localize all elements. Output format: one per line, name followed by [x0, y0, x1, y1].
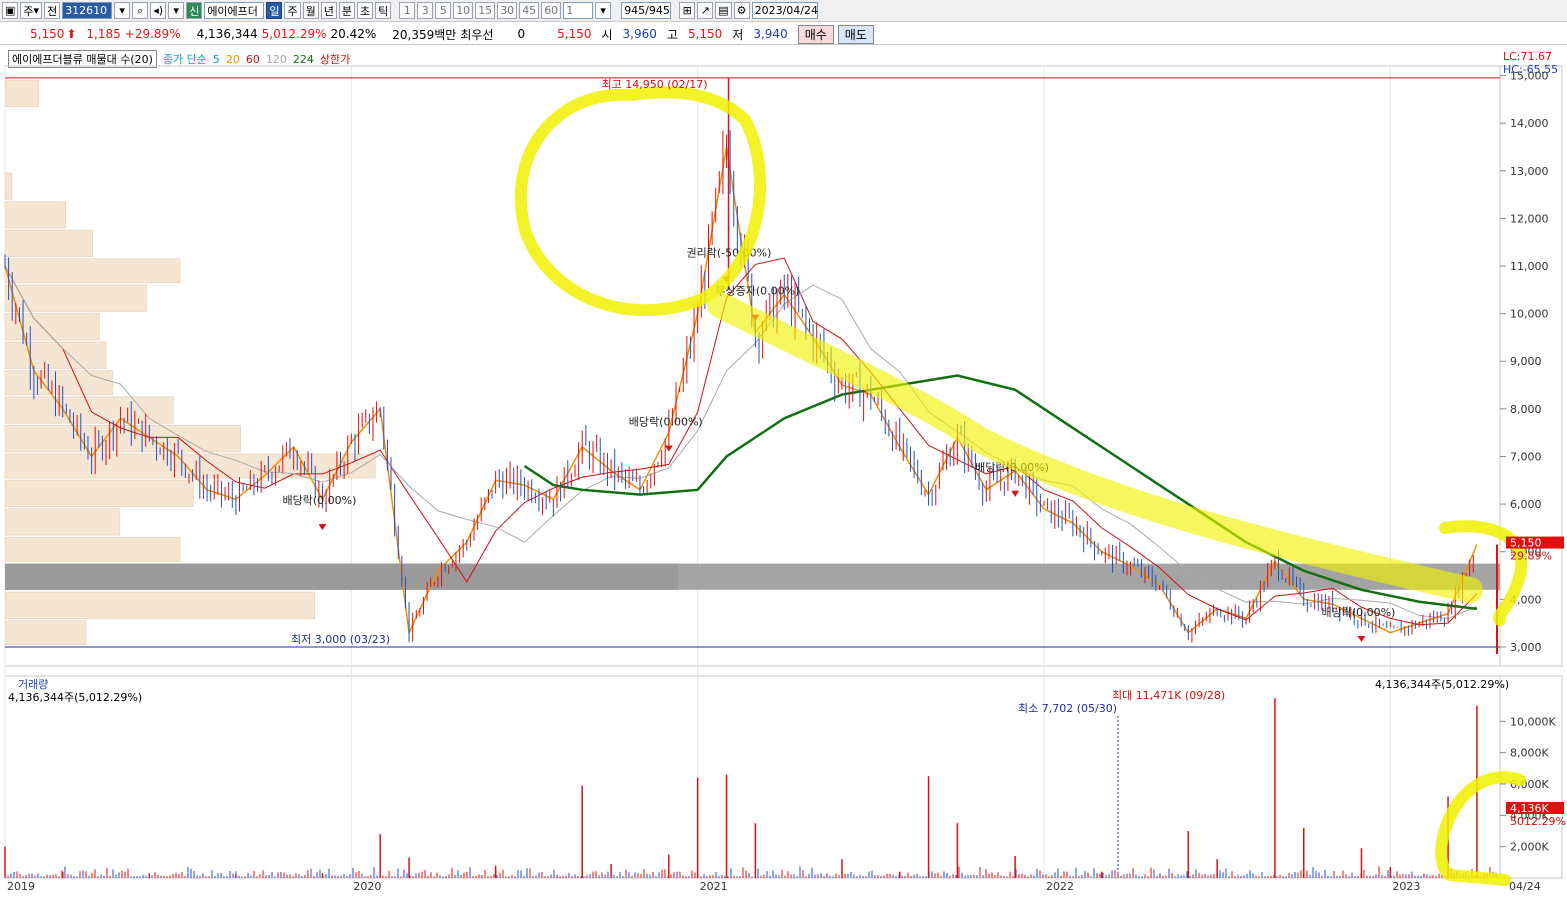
time-tick-label: 04/24 [1509, 880, 1541, 893]
volume-profile-band [4, 172, 13, 200]
volume-profile-band [4, 341, 107, 369]
volume-pct-tag-text: 5012.29% [1510, 815, 1566, 828]
corporate-event-label: 배당락(0.00%) [629, 416, 703, 429]
current-price-tag-text: 5,150 [1510, 537, 1542, 550]
volume-profile-band [4, 79, 40, 107]
hc-label: HC:-65.55 [1503, 63, 1558, 76]
time-tick-label: 2022 [1046, 880, 1074, 893]
volume-profile-band [4, 284, 147, 312]
volume-current-right: 4,136,344주(5,012.29%) [1375, 678, 1509, 691]
volume-profile-band [4, 620, 87, 646]
low-marker-label: 최저 3,000 (03/23) [291, 633, 390, 646]
volume-current-tag-text: 4,136K [1510, 802, 1549, 815]
price-tick-label: 9,000 [1510, 355, 1542, 368]
price-tick-label: 14,000 [1510, 117, 1549, 130]
time-tick-label: 2019 [7, 880, 35, 893]
price-tick-label: 13,000 [1510, 165, 1549, 178]
ma20-line [4, 146, 1478, 636]
event-down-arrow-icon [1011, 490, 1020, 497]
price-tick-label: 12,000 [1510, 212, 1549, 225]
volume-profile-band [4, 396, 174, 424]
high-marker-label: 최고 14,950 (02/17) [602, 78, 708, 91]
price-tick-label: 7,000 [1510, 450, 1542, 463]
price-tick-label: 10,000 [1510, 308, 1549, 321]
volume-profile-band [4, 591, 316, 619]
lc-label: LC:71.67 [1503, 50, 1552, 63]
volume-tick-label: 10,000K [1510, 715, 1556, 728]
time-tick-label: 2021 [700, 880, 728, 893]
current-pct-tag-text: 29.89% [1510, 550, 1552, 563]
volume-profile-band [4, 229, 93, 257]
volume-current: 4,136,344주(5,012.29%) [8, 691, 142, 704]
corporate-event-label: 배당락(0.00%) [1321, 606, 1395, 619]
price-tick-label: 8,000 [1510, 403, 1542, 416]
volume-min-label: 최소 7,702 (05/30) [1018, 702, 1117, 715]
volume-panel [4, 675, 1501, 879]
volume-profile-band [4, 479, 194, 507]
volume-title: 거래량 [18, 678, 48, 691]
volume-tick-label: 8,000K [1510, 747, 1549, 760]
time-tick-label: 2023 [1392, 880, 1420, 893]
volume-profile-band [4, 508, 120, 536]
volume-profile-band [4, 425, 242, 453]
event-down-arrow-icon [1357, 636, 1366, 642]
volume-tick-label: 2,000K [1510, 841, 1549, 854]
stock-chart[interactable]: 권리락(-50.00%)무상증자(0.00%)배당락(0.00%)배당락(0.0… [0, 0, 1567, 904]
price-tick-label: 6,000 [1510, 498, 1542, 511]
price-tick-label: 3,000 [1510, 641, 1542, 654]
corporate-event-label: 배당락(0.00%) [282, 494, 356, 507]
event-down-arrow-icon [664, 445, 673, 452]
volume-max-label: 최대 11,471K (09/28) [1112, 689, 1225, 702]
time-tick-label: 2020 [353, 880, 381, 893]
corporate-event-label: 권리락(-50.00%) [687, 246, 772, 259]
volume-profile-max-band-extension [5, 563, 1500, 590]
volume-profile-band [4, 258, 181, 284]
price-tick-label: 11,000 [1510, 260, 1549, 273]
volume-profile-band [4, 201, 67, 229]
highlight-circle [514, 86, 766, 317]
event-down-arrow-icon [318, 524, 327, 531]
volume-profile-band [4, 536, 181, 562]
